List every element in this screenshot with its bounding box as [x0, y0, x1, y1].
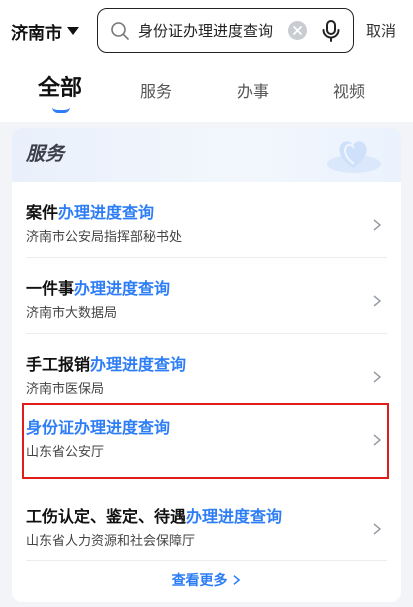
item-department: 济南市大数据局	[26, 306, 118, 321]
search-icon	[111, 22, 129, 40]
item-department: 济南市医保局	[26, 382, 105, 397]
card-header: 服务	[12, 128, 401, 182]
cancel-button[interactable]: 取消	[366, 18, 396, 44]
tab-active-indicator	[52, 107, 70, 113]
chevron-right-icon	[233, 575, 241, 585]
item-department: 山东省人力资源和社会保障厅	[26, 534, 196, 549]
divider	[26, 560, 387, 561]
tab-all[interactable]: 全部	[38, 75, 82, 103]
item-title: 身份证办理进度查询	[26, 418, 171, 437]
item-title: 工伤认定、鉴定、待遇办理进度查询	[26, 507, 283, 526]
search-query-text: 身份证办理进度查询	[138, 22, 274, 40]
item-title: 手工报销办理进度查询	[26, 355, 187, 374]
section-title: 服务	[26, 143, 65, 165]
caret-down-icon	[67, 27, 79, 35]
search-bar: 济南市 身份证办理进度查询 取消	[0, 0, 413, 62]
search-input[interactable]: 身份证办理进度查询	[97, 8, 354, 53]
city-label: 济南市	[11, 23, 62, 44]
category-tabs: 全部 服务 办事 视频	[0, 62, 413, 122]
item-title: 一件事办理进度查询	[26, 279, 171, 298]
city-selector[interactable]: 济南市	[11, 18, 79, 44]
item-department: 山东省公安厅	[26, 445, 105, 460]
divider	[26, 333, 387, 334]
clear-icon[interactable]	[288, 21, 307, 40]
item-title: 案件办理进度查询	[26, 203, 155, 222]
chevron-right-icon	[373, 523, 382, 535]
services-card: 服务 案件办理进度查询 济南市公安局指挥部秘书处 一件事办理进度查询 济南市大数…	[12, 128, 401, 602]
chevron-right-icon	[373, 371, 382, 383]
chevron-right-icon	[373, 434, 382, 446]
list-item-selected[interactable]: 身份证办理进度查询 山东省公安厅	[12, 403, 401, 483]
chevron-right-icon	[373, 219, 382, 231]
microphone-icon[interactable]	[320, 19, 342, 43]
divider	[26, 257, 387, 258]
tab-services[interactable]: 服务	[140, 78, 172, 106]
chevron-right-icon	[373, 295, 382, 307]
heart-decoration-icon	[327, 141, 381, 173]
tab-videos[interactable]: 视频	[333, 78, 365, 106]
view-more-link[interactable]: 查看更多	[12, 568, 401, 594]
item-department: 济南市公安局指挥部秘书处	[26, 230, 183, 245]
tab-affairs[interactable]: 办事	[237, 78, 269, 106]
